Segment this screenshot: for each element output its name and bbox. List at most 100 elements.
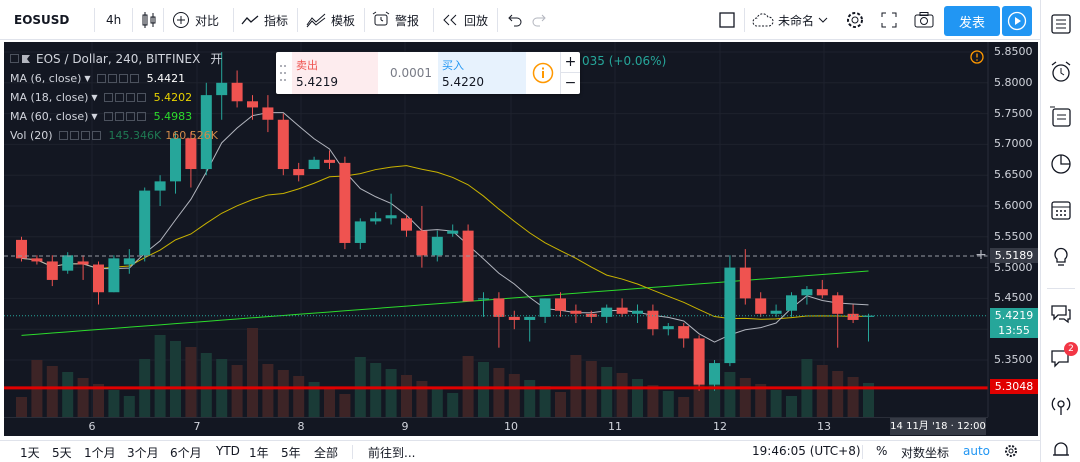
crosshair-add-button[interactable]: + bbox=[974, 248, 988, 262]
close-icon[interactable] bbox=[129, 74, 139, 83]
candle-body bbox=[632, 310, 643, 314]
close-icon[interactable] bbox=[91, 131, 101, 140]
candle-body bbox=[616, 307, 628, 314]
eye-icon[interactable] bbox=[96, 74, 106, 83]
range-1d[interactable]: 1天 bbox=[20, 444, 40, 461]
range-1y[interactable]: 1年 bbox=[249, 444, 269, 461]
price-tick-label: 5.6000 bbox=[994, 199, 1033, 212]
range-5d[interactable]: 5天 bbox=[52, 444, 72, 461]
chart-area[interactable]: EOS / Dollar, 240, BITFINEX 开 MA (6, clo… bbox=[4, 42, 1038, 436]
indicators-button[interactable]: 指标 bbox=[241, 0, 288, 40]
symbol-search[interactable]: EOSUSD bbox=[14, 0, 69, 40]
eye-icon[interactable] bbox=[58, 131, 68, 140]
settings-icon[interactable] bbox=[69, 131, 79, 140]
square-icon bbox=[719, 12, 735, 28]
messages-button[interactable]: 2 bbox=[1049, 342, 1078, 370]
range-1m[interactable]: 1个月 bbox=[84, 444, 116, 461]
volume-bar bbox=[508, 374, 520, 417]
candle-body bbox=[123, 258, 135, 265]
calendar-button[interactable] bbox=[1049, 198, 1073, 222]
undo-button[interactable] bbox=[506, 0, 522, 40]
auto-scale-toggle[interactable]: auto bbox=[963, 444, 990, 458]
flag-icon[interactable] bbox=[21, 54, 31, 64]
eye-icon[interactable] bbox=[103, 112, 113, 121]
snapshot-button[interactable] bbox=[914, 0, 934, 40]
replay-button[interactable]: 回放 bbox=[442, 0, 488, 40]
undo-icon bbox=[508, 14, 522, 27]
expand-button[interactable] bbox=[880, 0, 898, 40]
drag-handle[interactable] bbox=[279, 62, 287, 84]
alert-button[interactable]: 警报 bbox=[372, 0, 419, 40]
interval-button[interactable]: 4h bbox=[106, 0, 121, 40]
red-line-price-label: 5.3048 bbox=[990, 379, 1038, 394]
compare-button[interactable]: 对比 bbox=[172, 0, 219, 40]
volume-value-1: 145.346K bbox=[108, 129, 162, 142]
range-5y[interactable]: 5年 bbox=[281, 444, 301, 461]
eye-icon[interactable] bbox=[103, 93, 113, 102]
streams-button[interactable] bbox=[1049, 393, 1073, 417]
publish-button[interactable]: 发表 bbox=[944, 6, 1000, 36]
alert-indicator[interactable] bbox=[970, 50, 984, 67]
clock-readout[interactable]: 19:46:05 (UTC+8) bbox=[752, 444, 861, 458]
candle-body bbox=[93, 264, 104, 293]
log-scale-toggle[interactable]: 对数坐标 bbox=[901, 444, 949, 461]
publish-label: 发表 bbox=[958, 15, 985, 31]
range-6m[interactable]: 6个月 bbox=[170, 444, 202, 461]
quantity-plus-button[interactable]: + bbox=[560, 52, 580, 73]
alerts-button[interactable] bbox=[1049, 60, 1073, 84]
settings-icon[interactable] bbox=[107, 74, 117, 83]
hotlist-button[interactable] bbox=[1049, 152, 1073, 176]
range-3m[interactable]: 3个月 bbox=[127, 444, 159, 461]
more-icon[interactable] bbox=[80, 131, 90, 140]
more-icon[interactable] bbox=[125, 112, 135, 121]
range-ytd[interactable]: YTD bbox=[216, 444, 240, 458]
more-icon[interactable] bbox=[125, 93, 135, 102]
volume-value-2: 160.526K bbox=[165, 129, 218, 142]
range-all[interactable]: 全部 bbox=[314, 444, 338, 461]
candle-body bbox=[678, 326, 690, 339]
volume-bar bbox=[724, 372, 736, 417]
templates-button[interactable]: 模板 bbox=[306, 0, 355, 40]
close-icon[interactable] bbox=[136, 93, 146, 102]
chats-button[interactable] bbox=[1049, 302, 1073, 326]
info-button[interactable] bbox=[532, 62, 554, 87]
legend-value: 5.4983 bbox=[153, 110, 193, 123]
settings-button[interactable] bbox=[845, 0, 865, 40]
volume-bar bbox=[447, 393, 459, 417]
more-icon[interactable] bbox=[118, 74, 128, 83]
redo-button[interactable] bbox=[532, 0, 548, 40]
data-window-button[interactable] bbox=[1049, 105, 1073, 129]
layout-name-label: 未命名 bbox=[778, 13, 815, 28]
chevron-down-icon[interactable]: ▼ bbox=[84, 74, 90, 83]
price-axis[interactable]: 5.8500 5.8000 5.7500 5.7000 5.6500 5.6000 5.55… bbox=[988, 42, 1038, 417]
sell-button[interactable]: 卖出 5.4219 bbox=[292, 52, 378, 94]
chevron-down-icon[interactable]: ▼ bbox=[91, 93, 97, 102]
chart-settings-button[interactable] bbox=[1004, 444, 1018, 461]
layout-name-button[interactable]: 未命名 bbox=[752, 0, 828, 40]
date-axis[interactable]: 6 7 8 9 10 11 12 13 bbox=[4, 417, 988, 436]
percent-toggle[interactable]: % bbox=[876, 444, 887, 458]
price-tick-label: 5.8000 bbox=[994, 75, 1033, 89]
candle-body bbox=[739, 267, 751, 299]
trade-panel: 卖出 5.4219 0.0001 买入 5.4220 + − bbox=[276, 52, 580, 94]
candle-body bbox=[277, 119, 289, 170]
chevron-down-icon[interactable]: ▼ bbox=[91, 112, 97, 121]
notifications-button[interactable] bbox=[1049, 438, 1073, 462]
settings-icon[interactable] bbox=[114, 93, 124, 102]
quantity-minus-button[interactable]: − bbox=[560, 73, 580, 94]
goto-date-button[interactable]: 前往到... bbox=[368, 444, 415, 461]
settings-icon[interactable] bbox=[114, 112, 124, 121]
play-button[interactable] bbox=[1002, 6, 1032, 36]
ideas-button[interactable] bbox=[1049, 244, 1073, 268]
fullscreen-chart-button[interactable] bbox=[718, 0, 736, 40]
watchlist-button[interactable] bbox=[1049, 12, 1073, 36]
collapse-icon[interactable] bbox=[10, 54, 19, 63]
divider bbox=[233, 8, 234, 32]
volume-bar bbox=[154, 335, 166, 417]
replay-label: 回放 bbox=[464, 13, 489, 28]
close-icon[interactable] bbox=[136, 112, 146, 121]
chart-style-button[interactable] bbox=[141, 0, 157, 40]
buy-button[interactable]: 买入 5.4220 bbox=[438, 52, 526, 94]
volume-bar bbox=[46, 366, 58, 417]
divider bbox=[364, 8, 365, 32]
